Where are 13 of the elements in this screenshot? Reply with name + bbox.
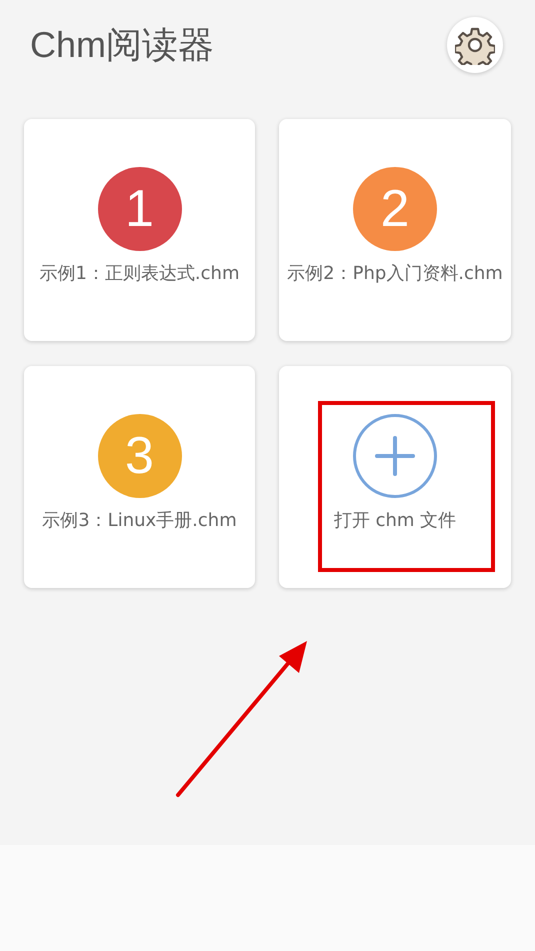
app-title: Chm阅读器	[30, 22, 214, 66]
card-label: 示例3：Linux手册.chm	[42, 509, 237, 533]
number-badge: 2	[353, 167, 437, 251]
settings-button[interactable]	[447, 17, 503, 73]
file-card[interactable]: 2 示例2：Php入门资料.chm	[279, 119, 511, 341]
card-label: 示例1：正则表达式.chm	[39, 262, 240, 286]
number-badge: 3	[98, 414, 182, 498]
file-card[interactable]: 1 示例1：正则表达式.chm	[24, 119, 255, 341]
card-label: 打开 chm 文件	[334, 509, 456, 533]
file-card[interactable]: 打开 chm 文件	[279, 366, 511, 588]
card-label: 示例2：Php入门资料.chm	[287, 262, 503, 286]
file-card[interactable]: 3 示例3：Linux手册.chm	[24, 366, 255, 588]
number-badge: 1	[98, 167, 182, 251]
